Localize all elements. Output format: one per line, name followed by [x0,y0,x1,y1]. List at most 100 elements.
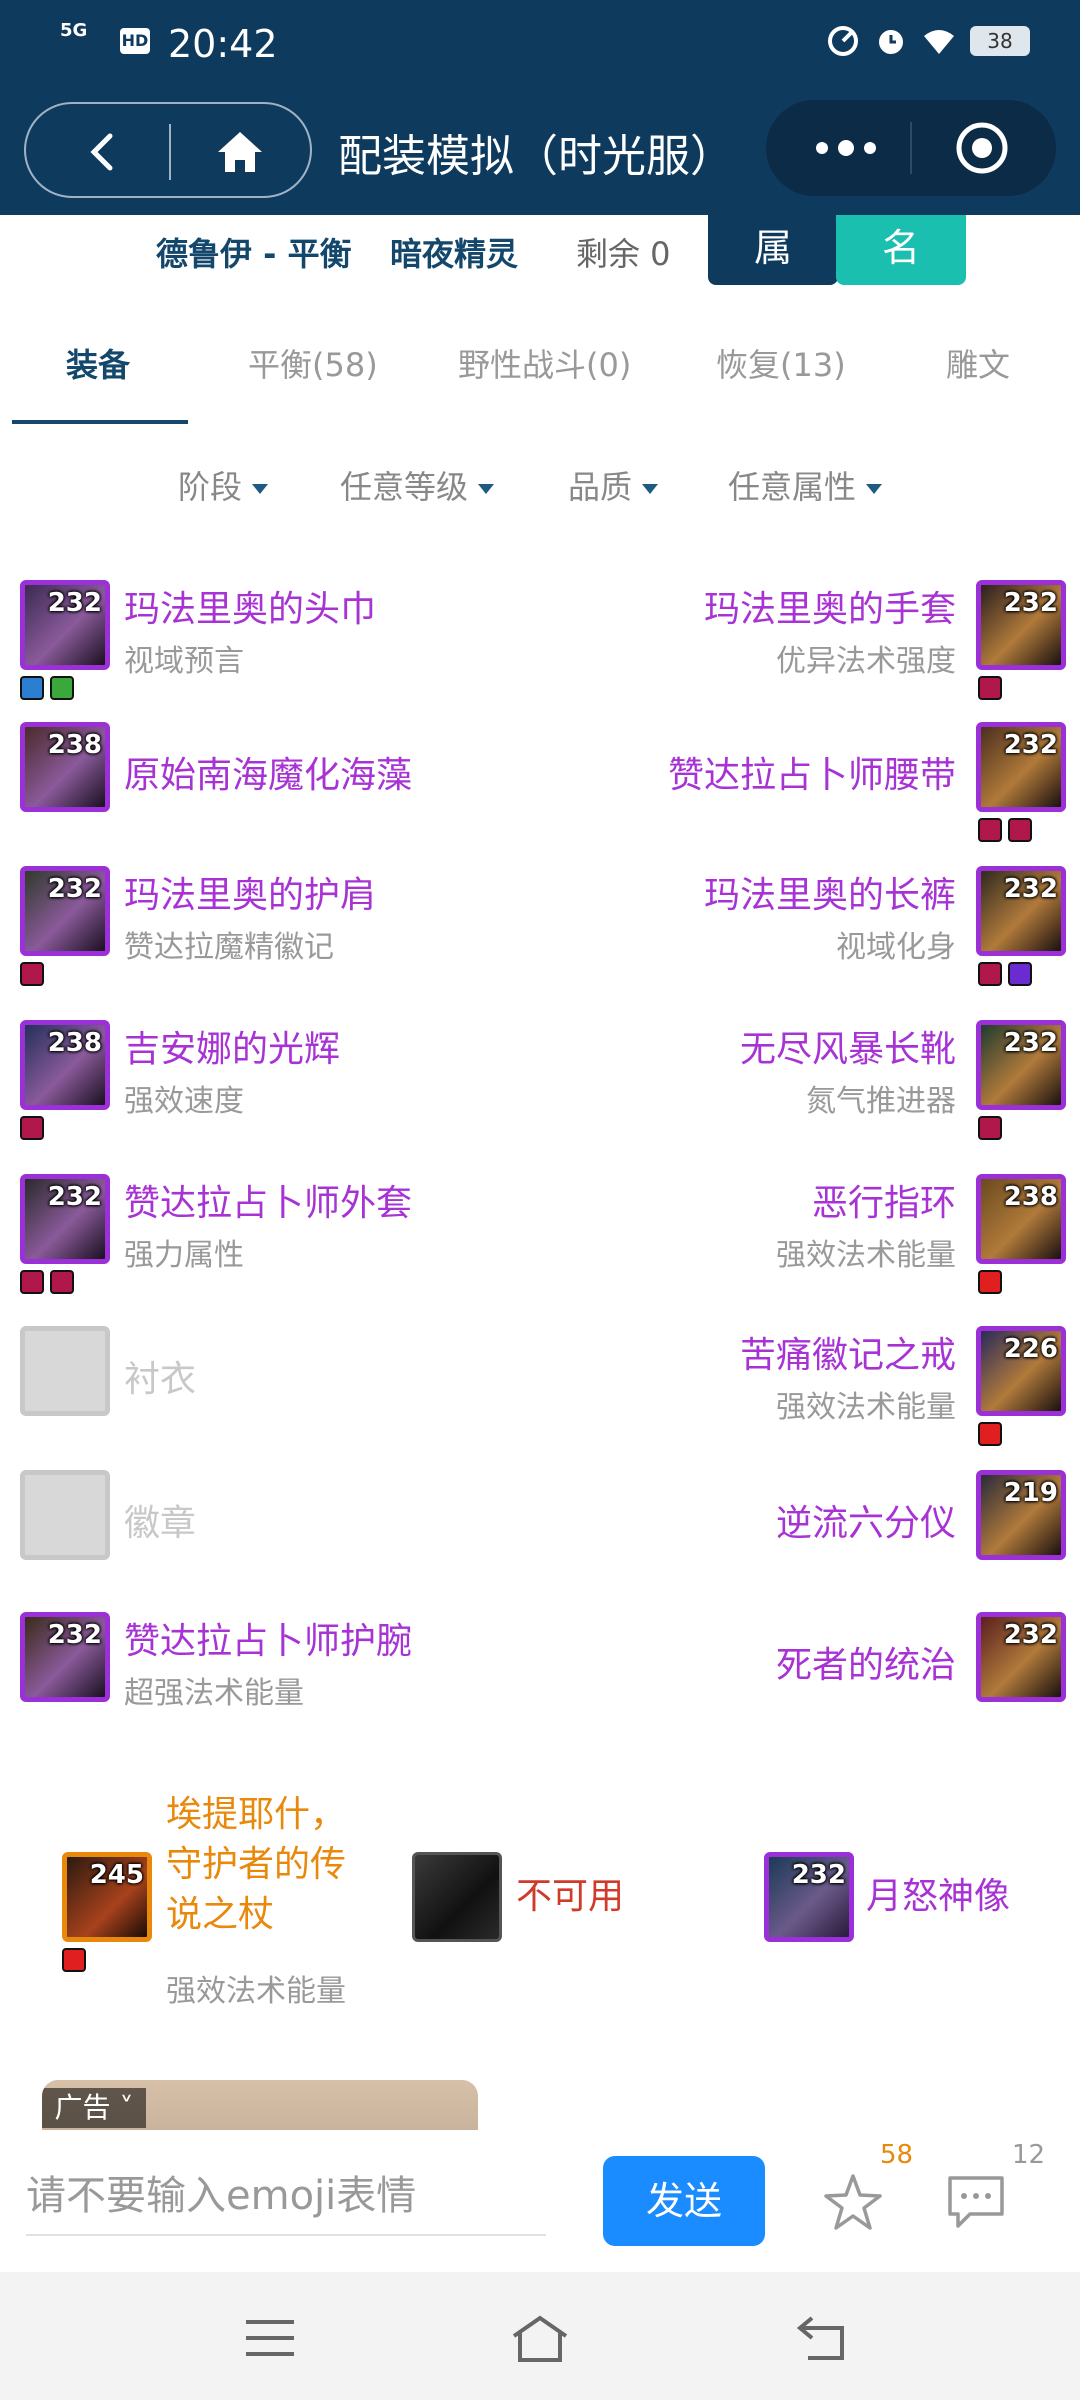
home-icon[interactable] [212,124,268,180]
left-item-enchant: 强效速度 [124,1084,244,1119]
gem-socket-icon [978,962,1002,986]
comment-icon[interactable] [944,2172,1008,2232]
item-icon[interactable]: 232 [20,1612,110,1702]
ad-label[interactable]: 广告 ˅ [42,2088,146,2128]
item-level: 245 [89,1860,144,1890]
left-item-name[interactable]: 赞达拉占卜师护腕 [124,1612,412,1664]
gem-socket-icon [1008,962,1032,986]
star-icon[interactable] [820,2170,886,2236]
tab-restoration[interactable]: 恢复(13) [716,340,846,386]
class-spec[interactable]: 德鲁伊 - 平衡 [156,229,352,275]
comment-count: 12 [1012,2140,1046,2170]
caret-down-icon [642,484,659,494]
name-button[interactable]: 名 [836,215,966,285]
nav-capsule [24,102,312,198]
right-item-name[interactable]: 恶行指环 [812,1174,956,1226]
left-item-enchant: 赞达拉魔精徽记 [124,930,334,965]
item-icon[interactable]: 232 [20,1174,110,1264]
back-nav-icon[interactable] [792,2310,852,2366]
item-icon[interactable]: 232 [20,866,110,956]
close-miniprogram-icon[interactable] [954,120,1010,176]
gem-socket-icon [20,962,44,986]
gem-socket-icon [20,1116,44,1140]
left-item-name[interactable]: 玛法里奥的护肩 [124,866,376,918]
character-bar: 德鲁伊 - 平衡 暗夜精灵 剩余 0 属 名 [0,215,1080,290]
right-item-name[interactable]: 逆流六分仪 [776,1494,956,1546]
item-level: 232 [1003,874,1058,904]
name-line: 埃提耶什， [166,1794,347,1835]
speed-icon [828,26,858,56]
item-level: 219 [1003,1478,1058,1508]
divider [910,122,912,174]
signal-indicator: 5G [60,20,88,41]
alarm-icon [879,30,903,54]
gem-socket-icon [978,1422,1002,1446]
filter-phase[interactable]: 阶段 [178,462,269,508]
right-item-name[interactable]: 玛法里奥的手套 [704,580,956,632]
item-icon[interactable]: 232 [976,580,1066,670]
item-icon[interactable] [20,1326,110,1416]
tab-glyphs[interactable]: 雕文 [946,340,1010,386]
tab-balance[interactable]: 平衡(58) [248,340,378,386]
right-item-name[interactable]: 苦痛徽记之戒 [740,1326,956,1378]
filter-label: 任意等级 [340,468,469,506]
filter-attribute[interactable]: 任意属性 [728,462,883,508]
weapon-ranged-name[interactable]: 月怒神像 [866,1872,1010,1922]
item-icon[interactable]: 219 [976,1470,1066,1560]
right-item-name[interactable]: 玛法里奥的长裤 [704,866,956,918]
status-bar: 5G HD 20:42 38 [60,18,1030,68]
item-level: 238 [47,1028,102,1058]
gem-socket-icon [978,1116,1002,1140]
gem-socket-icon [978,676,1002,700]
comment-input[interactable]: 请不要输入emoji表情 [26,2156,546,2236]
item-icon[interactable]: 238 [20,1020,110,1110]
weapon-off-hand-name[interactable]: 不可用 [516,1872,624,1922]
left-item-name[interactable]: 吉安娜的光辉 [124,1020,340,1072]
left-item-name[interactable]: 原始南海魔化海藻 [124,746,412,798]
right-item-name[interactable]: 赞达拉占卜师腰带 [668,746,956,798]
gem-socket-icon [50,676,74,700]
ad-label-text: 广告 [54,2091,111,2124]
item-icon[interactable]: 232 [976,866,1066,956]
left-item-name[interactable]: 衬衣 [124,1350,196,1402]
tab-equipment[interactable]: 装备 [66,340,130,386]
item-icon[interactable]: 226 [976,1326,1066,1416]
filter-quality[interactable]: 品质 [568,462,659,508]
clock: 20:42 [168,22,278,66]
item-icon[interactable]: 232 [976,1020,1066,1110]
gem-socket-icon [20,1270,44,1294]
system-nav-bar [0,2272,1080,2400]
item-level: 232 [47,1182,102,1212]
item-icon[interactable]: 238 [976,1174,1066,1264]
left-item-name[interactable]: 玛法里奥的头巾 [124,580,376,632]
item-icon[interactable]: 232 [976,722,1066,812]
item-level: 232 [1003,730,1058,760]
attributes-button[interactable]: 属 [708,215,838,285]
left-item-name[interactable]: 徽章 [124,1494,196,1546]
more-icon[interactable] [806,128,886,168]
favorite-count: 58 [880,2140,914,2170]
active-tab-indicator [12,420,188,424]
back-icon[interactable] [78,126,130,178]
item-icon[interactable] [20,1470,110,1560]
weapon-main-hand-name[interactable]: 埃提耶什， 守护者的传 说之杖 [166,1790,346,1940]
name-line: 守护者的传 [166,1844,347,1885]
item-icon[interactable]: 238 [20,722,110,812]
gem-socket-icon [50,1270,74,1294]
page-title: 配装模拟（时光服） [338,131,734,182]
right-item-name[interactable]: 死者的统治 [776,1636,956,1688]
item-icon[interactable]: 232 [976,1612,1066,1702]
gem-socket-icon [62,1948,86,1972]
race[interactable]: 暗夜精灵 [390,229,518,275]
name-line: 说之杖 [166,1894,275,1935]
tab-feral[interactable]: 野性战斗(0) [458,340,631,386]
home-nav-icon[interactable] [508,2310,572,2366]
menu-icon[interactable] [240,2310,300,2366]
filter-level[interactable]: 任意等级 [340,462,495,508]
item-icon[interactable]: 232 [20,580,110,670]
item-level: 238 [1003,1182,1058,1212]
ad-banner[interactable]: 广告 ˅ [42,2080,478,2130]
send-button[interactable]: 发送 [603,2156,765,2246]
left-item-name[interactable]: 赞达拉占卜师外套 [124,1174,412,1226]
right-item-name[interactable]: 无尽风暴长靴 [740,1020,956,1072]
